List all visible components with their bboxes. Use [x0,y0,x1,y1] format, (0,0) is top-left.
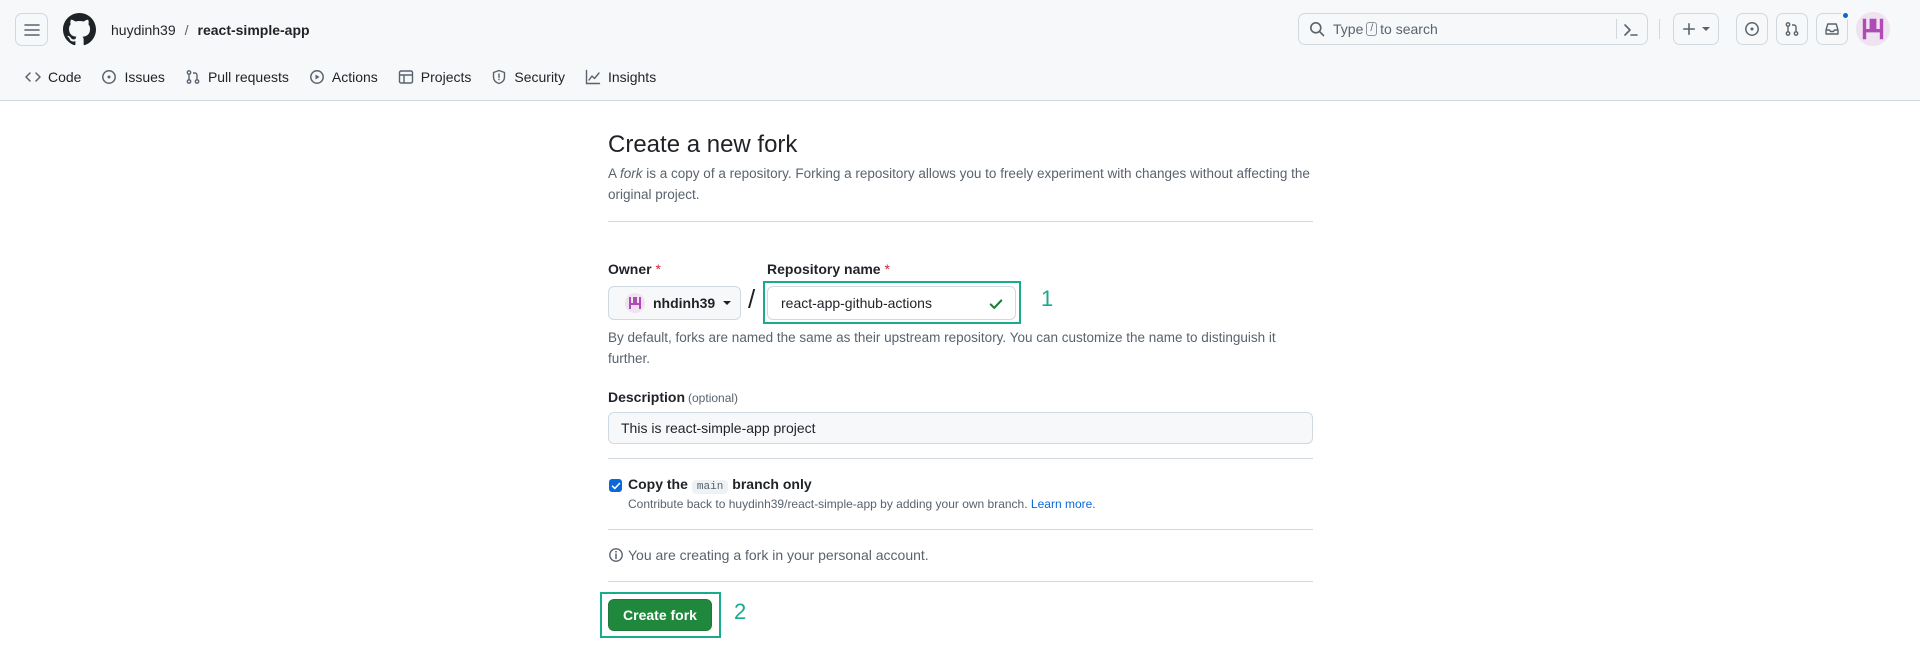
search-placeholder-prefix: Type [1333,21,1364,37]
divider [608,221,1313,222]
play-icon [309,69,325,85]
lead-suffix: is a copy of a repository. Forking a rep… [608,166,1310,202]
inbox-icon [1824,21,1840,37]
copy-branch-label: Copy the main branch only [628,476,812,494]
owner-label: Owner * [608,261,661,277]
info-icon [608,547,624,563]
optional-label: (optional) [688,391,739,405]
tab-insights-label: Insights [607,68,657,85]
table-icon [398,69,414,85]
pull-requests-icon [1784,21,1800,37]
tab-code-label: Code [48,68,82,85]
fork-description: A fork is a copy of a repository. Forkin… [608,163,1313,205]
graph-icon [585,69,601,85]
description-label: Description (optional) [608,389,738,405]
breadcrumb: huydinh39 / react-simple-app [111,20,310,40]
page-title: Create a new fork [608,131,798,158]
header-divider [1659,19,1660,39]
divider [608,458,1313,459]
notification-indicator [1841,11,1850,20]
triangle-down-icon [1702,25,1710,33]
create-new-button[interactable] [1673,13,1719,45]
info-text: You are creating a fork in your personal… [628,547,929,563]
lead-prefix: A [608,166,621,181]
breadcrumb-owner-link[interactable]: huydinh39 [111,22,176,38]
global-bar: huydinh39 / react-simple-app Type / to s… [0,0,1920,58]
code-icon [25,69,41,85]
repo-navigation: Code Issues Pull requests Actions Projec… [15,64,666,89]
annotation-highlight-2 [600,592,721,638]
owner-avatar [625,293,645,313]
repo-name-label-text: Repository name [767,261,881,277]
git-pull-request-icon [185,69,201,85]
search-divider [1616,19,1617,39]
description-value: This is react-simple-app project [621,420,816,436]
triangle-down-icon [723,299,732,307]
copy-label-prefix: Copy the [628,476,688,492]
tab-issues[interactable]: Issues [91,64,174,89]
user-avatar[interactable] [1856,12,1890,46]
fork-info-note: You are creating a fork in your personal… [608,547,929,563]
issues-icon [1744,21,1760,37]
description-input[interactable]: This is react-simple-app project [608,412,1313,444]
search-shortcut-key: / [1366,22,1378,36]
owner-repo-separator: / [748,284,756,314]
owner-select[interactable]: nhdinh39 [608,286,741,320]
copy-help-text: Contribute back to huydinh39/react-simpl… [628,497,1028,511]
issues-button[interactable] [1736,13,1768,45]
app-header: huydinh39 / react-simple-app Type / to s… [0,0,1920,101]
github-logo-icon[interactable] [63,13,96,46]
repo-name-hint: By default, forks are named the same as … [608,330,1276,366]
plus-icon [1682,22,1696,36]
hamburger-menu-button[interactable] [15,13,48,46]
issue-opened-icon [101,69,117,85]
breadcrumb-separator: / [184,22,189,38]
tab-security[interactable]: Security [481,64,575,89]
hamburger-icon [23,22,40,38]
annotation-highlight-1 [763,281,1021,324]
tab-actions[interactable]: Actions [299,64,388,89]
required-mark: * [655,261,661,277]
tab-insights[interactable]: Insights [575,64,666,89]
divider [608,581,1313,582]
tab-pull-requests-label: Pull requests [207,68,289,85]
repo-name-label: Repository name * [767,261,890,277]
tab-issues-label: Issues [124,68,165,85]
breadcrumb-repo-link[interactable]: react-simple-app [198,22,310,38]
command-palette-icon[interactable] [1623,22,1639,38]
tab-code[interactable]: Code [15,64,91,89]
divider [608,529,1313,530]
search-icon [1309,21,1325,37]
lead-em: fork [620,166,643,181]
checkmark-icon [611,481,621,491]
pull-requests-button[interactable] [1776,13,1808,45]
required-mark: * [884,261,890,277]
shield-icon [491,69,507,85]
owner-label-text: Owner [608,261,652,277]
copy-main-branch-checkbox[interactable] [609,479,622,492]
learn-more-link[interactable]: Learn more. [1031,497,1096,511]
annotation-step-2: 2 [734,599,747,624]
search-input[interactable]: Type / to search [1298,13,1648,45]
tab-pull-requests[interactable]: Pull requests [175,64,299,89]
branch-code: main [691,480,729,494]
copy-label-suffix: branch only [732,476,812,492]
copy-branch-help: Contribute back to huydinh39/react-simpl… [628,497,1096,511]
tab-security-label: Security [514,68,565,85]
description-label-text: Description [608,389,686,405]
owner-value: nhdinh39 [653,295,716,311]
tab-projects-label: Projects [420,68,472,85]
annotation-step-1: 1 [1041,286,1054,311]
tab-actions-label: Actions [331,68,378,85]
tab-projects[interactable]: Projects [388,64,482,89]
search-placeholder-suffix: to search [1380,21,1438,37]
